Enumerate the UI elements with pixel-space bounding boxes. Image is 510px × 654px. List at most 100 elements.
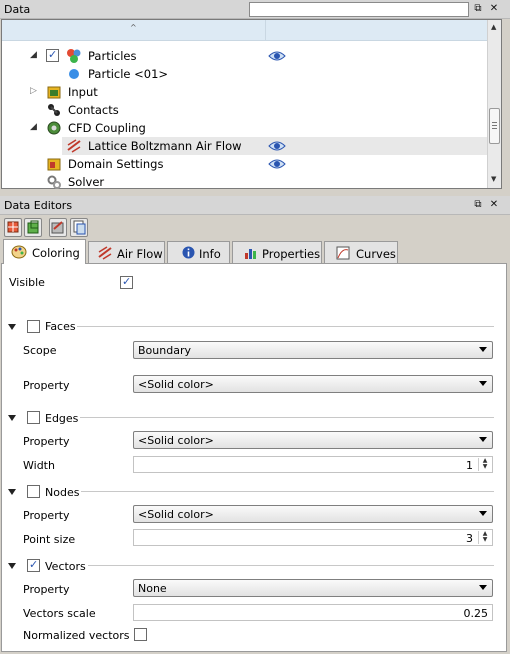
tree-row-input[interactable]: ▷ Input [2,83,488,101]
tab-label: Curves [356,247,396,261]
tree-row-particle-01[interactable]: Particle <01> [2,65,488,83]
tab-label: Air Flow [117,247,163,261]
collapse-arrow-icon[interactable]: ◢ [30,122,37,132]
vectors-collapse-icon[interactable] [8,563,16,569]
tree-header[interactable]: ^ [2,20,487,41]
tree-row-domain-settings[interactable]: Domain Settings [2,155,488,173]
vectors-property-label: Property [23,583,70,596]
expand-arrow-icon[interactable]: ▷ [30,86,37,96]
solver-gear-icon [46,174,62,190]
spin-arrows-icon[interactable]: ▲ ▼ [478,531,491,544]
chevron-down-icon [479,585,487,590]
tab-label: Info [199,247,221,261]
tab-label: Coloring [32,246,80,260]
tree-row-lattice-boltzmann[interactable]: Lattice Boltzmann Air Flow [62,137,488,155]
float-icon[interactable]: ⧉ [472,2,484,15]
tab-coloring[interactable]: Coloring [3,239,86,264]
divider [80,417,494,418]
edges-checkbox[interactable] [27,411,40,424]
tree-label: Particles [88,49,137,63]
point-size-spinbox[interactable]: 3 ▲ ▼ [133,529,493,546]
faces-property-select[interactable]: <Solid color> [133,375,493,393]
sort-up-icon: ^ [130,23,137,32]
faces-collapse-icon[interactable] [8,324,16,330]
tree-label: Input [68,85,98,99]
particles-icon [66,48,82,64]
data-search-input[interactable] [249,2,469,17]
nodes-checkbox[interactable] [27,485,40,498]
scroll-down-icon[interactable]: ▼ [491,175,496,183]
faces-label: Faces [45,320,76,333]
tree-row-particles[interactable]: ◢ ✓ Particles [2,47,488,65]
normalized-vectors-checkbox[interactable] [134,628,147,641]
eye-icon[interactable] [268,50,286,62]
nodes-collapse-icon[interactable] [8,489,16,495]
chevron-down-icon [479,347,487,352]
tree-label: Particle <01> [88,67,169,81]
scope-value: Boundary [138,344,191,357]
visible-checkbox[interactable]: ✓ [120,275,133,289]
nodes-label: Nodes [45,486,80,499]
domain-settings-icon [46,156,62,172]
vectors-property-value: None [138,582,167,595]
divider [88,565,494,566]
toolbar-mesh-button[interactable] [4,218,22,237]
vectors-checkbox[interactable]: ✓ [27,558,40,572]
faces-property-value: <Solid color> [138,378,214,391]
toolbar-copy-button[interactable] [70,218,88,237]
tab-curves[interactable]: Curves [324,241,398,263]
particle-icon [66,66,82,82]
tree-scrollbar[interactable]: ▲ ▼ [487,20,501,188]
data-panel-title: Data [4,3,31,16]
data-panel-titlebar: Data ⧉ ✕ [0,0,510,19]
toolbar-export-button[interactable] [49,218,67,237]
edges-property-value: <Solid color> [138,434,214,447]
spin-arrows-icon[interactable]: ▲ ▼ [478,458,491,471]
eye-icon[interactable] [268,158,286,170]
vectors-property-select[interactable]: None [133,579,493,597]
tree-label: Contacts [68,103,119,117]
chevron-down-icon [479,381,487,386]
faces-property-label: Property [23,379,70,392]
eye-icon[interactable] [268,140,286,152]
faces-checkbox[interactable] [27,320,40,333]
palette-icon [11,245,27,262]
scroll-thumb[interactable] [489,108,500,144]
nodes-property-select[interactable]: <Solid color> [133,505,493,523]
tab-info[interactable]: Info [167,241,230,263]
chevron-down-icon [479,437,487,442]
divider [81,491,494,492]
tree-label: CFD Coupling [68,121,146,135]
curves-icon [336,246,350,263]
tree-label: Solver [68,175,105,189]
vectors-scale-value: 0.25 [463,607,489,620]
particles-checkbox[interactable]: ✓ [46,48,59,62]
collapse-arrow-icon[interactable]: ◢ [30,50,37,60]
tree-row-contacts[interactable]: Contacts [2,101,488,119]
tab-properties[interactable]: Properties [232,241,322,263]
tree-row-cfd-coupling[interactable]: ◢ CFD Coupling [2,119,488,137]
tab-label: Properties [262,247,321,261]
data-tree: ^ ◢ ✓ Particles Particle <01> ▷ Input Co… [1,19,502,189]
vectors-scale-label: Vectors scale [23,607,96,620]
edges-collapse-icon[interactable] [8,415,16,421]
width-value: 1 [466,459,473,472]
scope-select[interactable]: Boundary [133,341,493,359]
scroll-up-icon[interactable]: ▲ [491,23,496,31]
tab-air-flow[interactable]: Air Flow [88,241,165,263]
tree-row-solver[interactable]: Solver [2,173,488,191]
close-icon[interactable]: ✕ [488,2,500,15]
width-spinbox[interactable]: 1 ▲ ▼ [133,456,493,473]
editors-panel-title: Data Editors [4,199,73,212]
point-size-value: 3 [466,532,473,545]
edges-label: Edges [45,412,79,425]
vectors-scale-input[interactable]: 0.25 [133,604,493,621]
edges-property-select[interactable]: <Solid color> [133,431,493,449]
toolbar-cube-button[interactable] [24,218,42,237]
divider [77,326,494,327]
float-icon[interactable]: ⧉ [472,198,484,211]
tree-label: Domain Settings [68,157,164,171]
normalized-vectors-label: Normalized vectors [23,629,130,642]
close-icon[interactable]: ✕ [488,198,500,211]
info-icon [182,246,195,262]
